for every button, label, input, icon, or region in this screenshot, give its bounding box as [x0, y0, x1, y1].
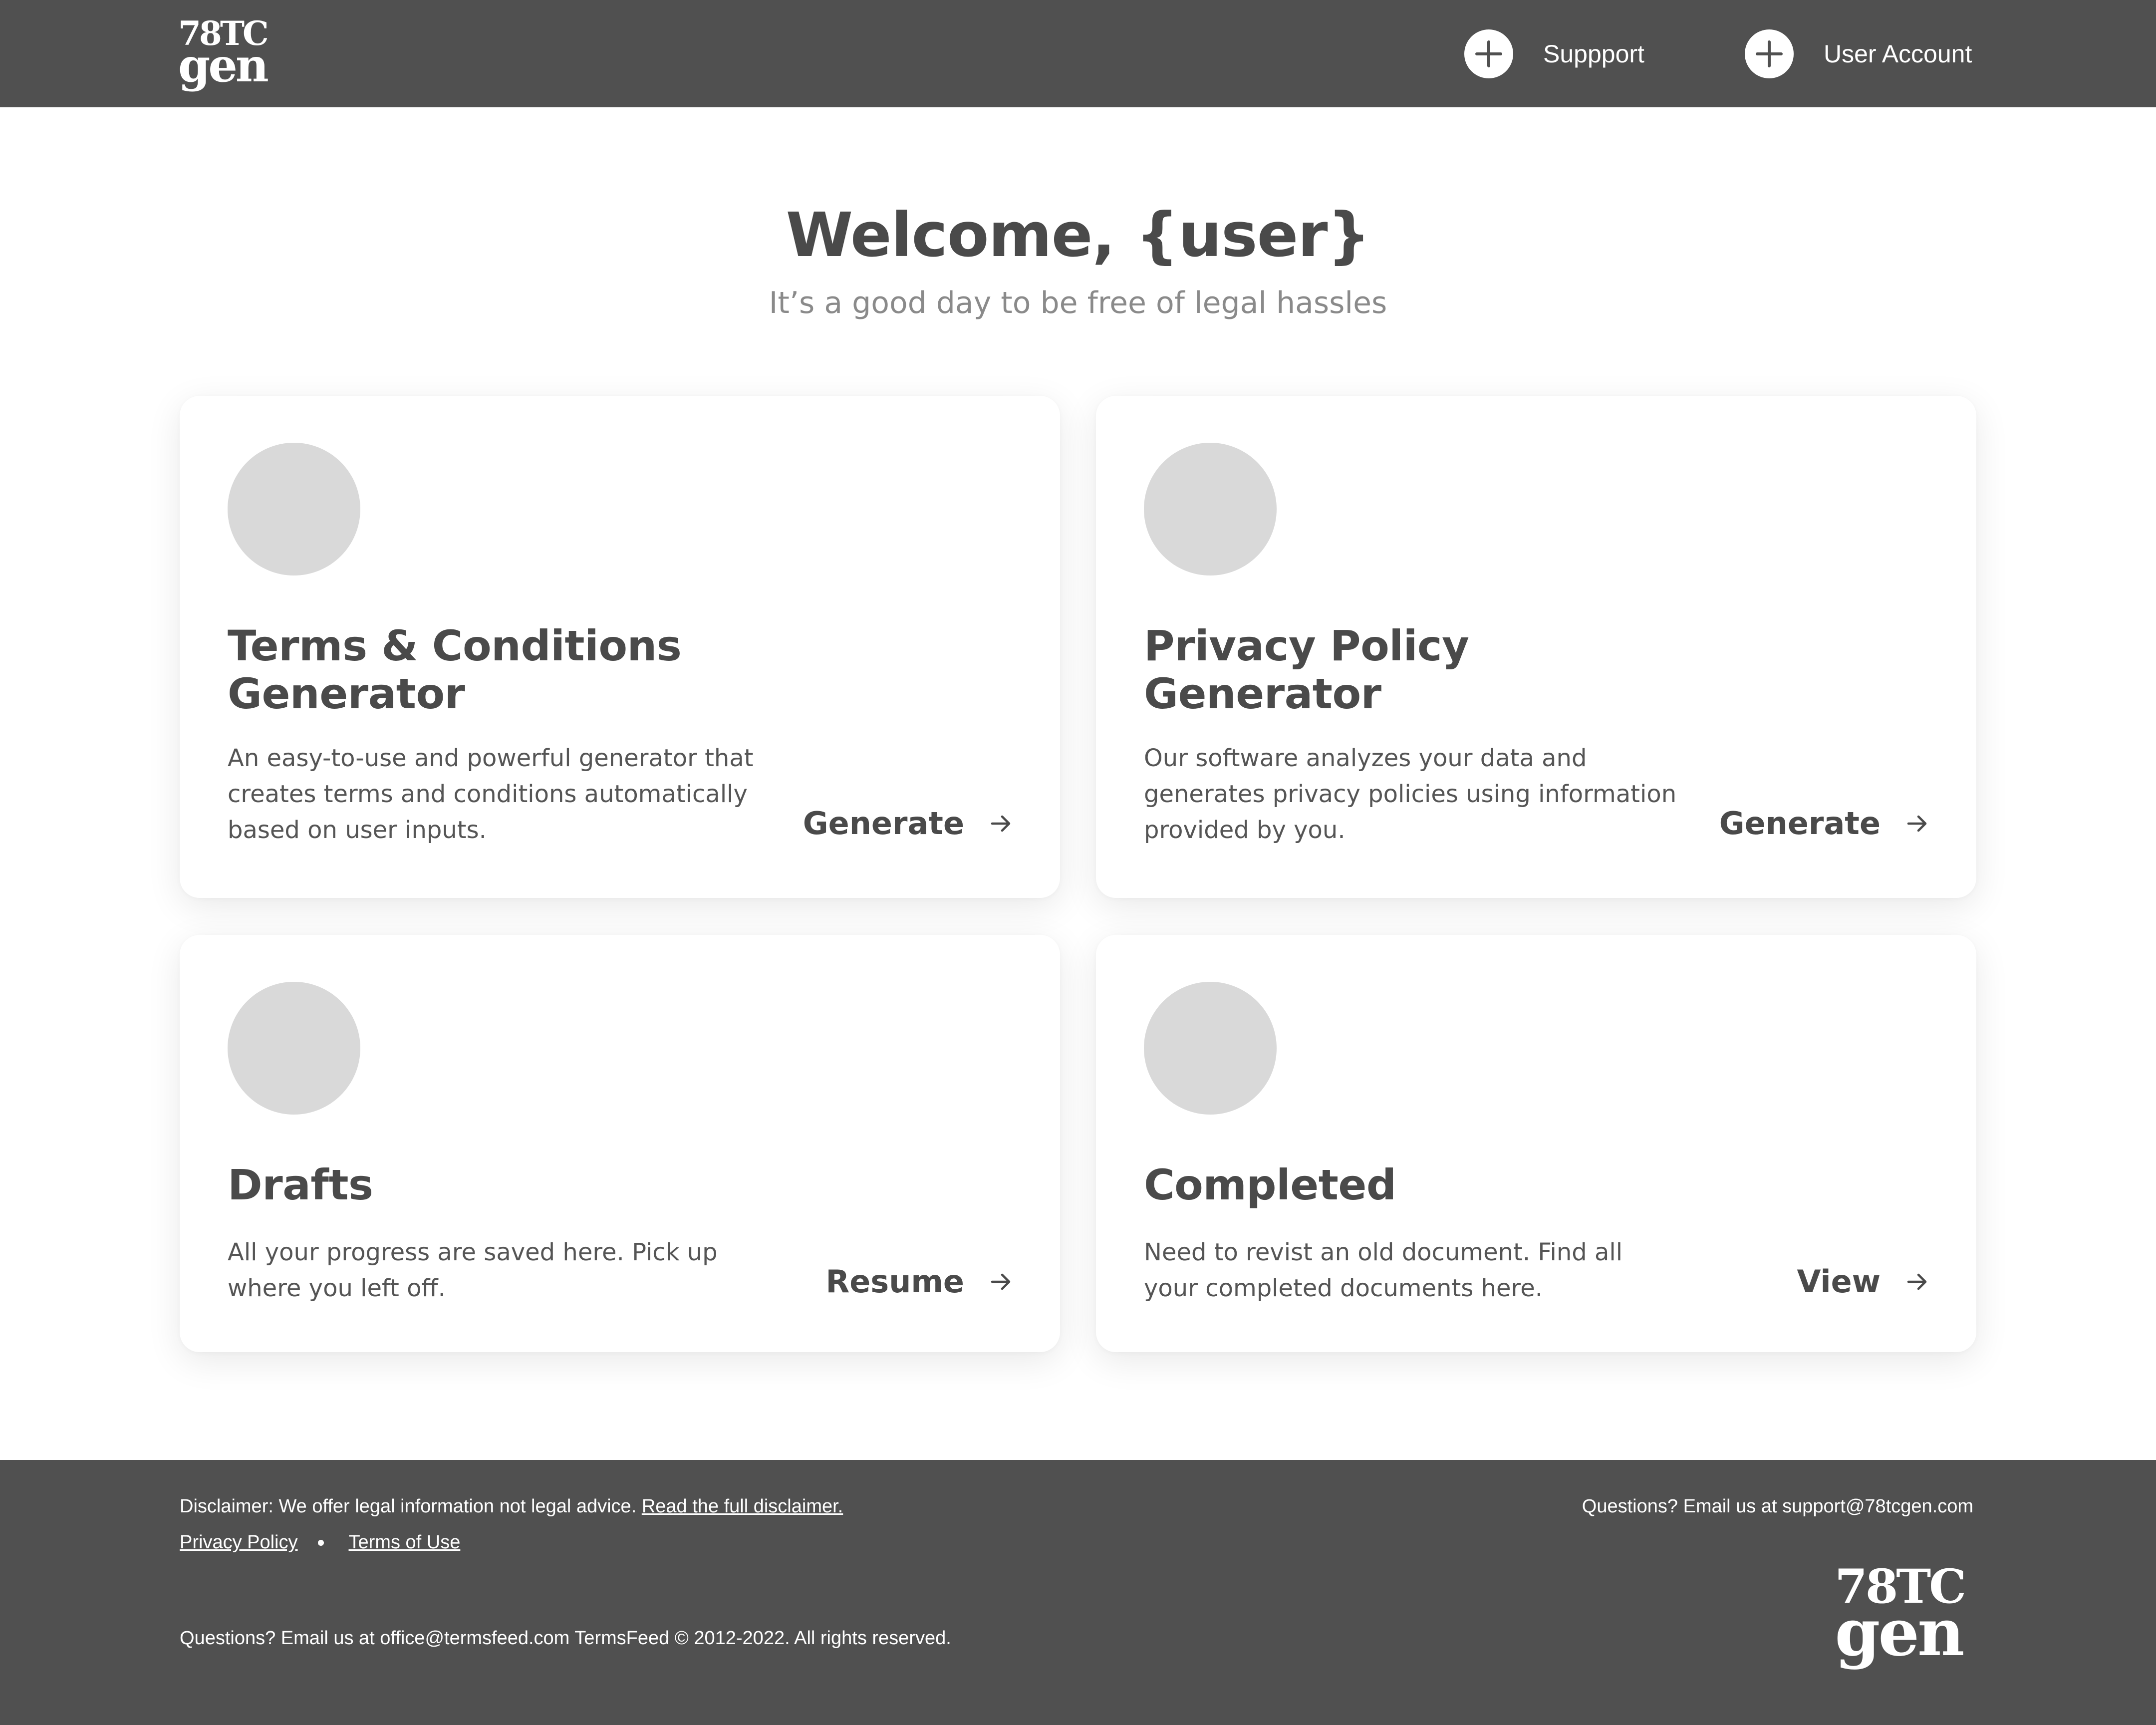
footer-legal-links: Privacy Policy Terms of Use [180, 1532, 460, 1553]
card-description: Our software analyzes your data and gene… [1144, 744, 1677, 844]
card-image-placeholder [1144, 982, 1277, 1115]
page-title: Welcome, {user} [786, 200, 1371, 271]
card-title: Completed [1144, 1160, 1396, 1209]
privacy-generator-card: Privacy Policy Generator Our software an… [1096, 396, 1976, 898]
card-title: Privacy Policy Generator [1144, 621, 1469, 718]
card-action-label: Generate [1719, 805, 1881, 842]
card-description: Need to revist an old document. Find all… [1144, 1238, 1623, 1302]
terms-generator-card: Terms & Conditions Generator An easy-to-… [180, 396, 1060, 898]
brand-logo[interactable]: 78TC gen [178, 17, 269, 93]
privacy-policy-link[interactable]: Privacy Policy [180, 1532, 298, 1553]
arrow-right-icon [1907, 1273, 1927, 1290]
arrow-right-icon [991, 815, 1011, 832]
arrow-right-icon [991, 1273, 1011, 1290]
terms-of-use-link[interactable]: Terms of Use [349, 1532, 461, 1553]
page-footer: Disclaimer: We offer legal information n… [0, 1460, 2156, 1725]
footer-copyright: Questions? Email us at office@termsfeed.… [180, 1628, 951, 1649]
card-image-placeholder [228, 982, 360, 1115]
arrow-right-icon [1907, 815, 1927, 832]
card-action-label: View [1797, 1263, 1881, 1300]
privacy-generate-button[interactable]: Generate [1719, 805, 1928, 842]
support-nav-button[interactable]: Suppport [1464, 29, 1644, 79]
drafts-resume-button[interactable]: Resume [826, 1263, 1013, 1300]
card-image-placeholder [228, 443, 360, 575]
page-subtitle: It’s a good day to be free of legal hass… [769, 286, 1387, 320]
card-action-label: Resume [825, 1263, 965, 1300]
user-account-nav-label: User Account [1824, 40, 1972, 68]
card-image-placeholder [1144, 443, 1277, 575]
disclaimer-text: Disclaimer: We offer legal information n… [180, 1496, 637, 1517]
top-nav-bar: 78TC gen Suppport User Account [0, 0, 2156, 107]
logo-line-2: gen [178, 38, 269, 93]
card-title: Drafts [228, 1160, 373, 1209]
footer-support-contact: Questions? Email us at support@78tcgen.c… [1582, 1496, 1973, 1517]
logo-line-2: gen [1835, 1594, 1964, 1671]
user-account-nav-button[interactable]: User Account [1745, 29, 1972, 79]
plus-icon [1745, 29, 1794, 78]
support-nav-label: Suppport [1543, 40, 1644, 68]
terms-generate-button[interactable]: Generate [803, 805, 1012, 842]
card-description: All your progress are saved here. Pick u… [228, 1238, 718, 1302]
card-title: Terms & Conditions Generator [228, 621, 682, 718]
card-action-label: Generate [803, 805, 964, 842]
completed-view-button[interactable]: View [1797, 1263, 1928, 1300]
drafts-card: Drafts All your progress are saved here.… [180, 935, 1060, 1352]
completed-card: Completed Need to revist an old document… [1096, 935, 1976, 1352]
footer-disclaimer: Disclaimer: We offer legal information n… [180, 1496, 843, 1517]
read-disclaimer-link[interactable]: Read the full disclaimer. [642, 1496, 843, 1517]
card-description: An easy-to-use and powerful generator th… [228, 744, 754, 844]
bullet-separator [317, 1539, 324, 1546]
footer-brand-logo: 78TC gen [1835, 1563, 1966, 1671]
plus-icon [1464, 29, 1513, 78]
